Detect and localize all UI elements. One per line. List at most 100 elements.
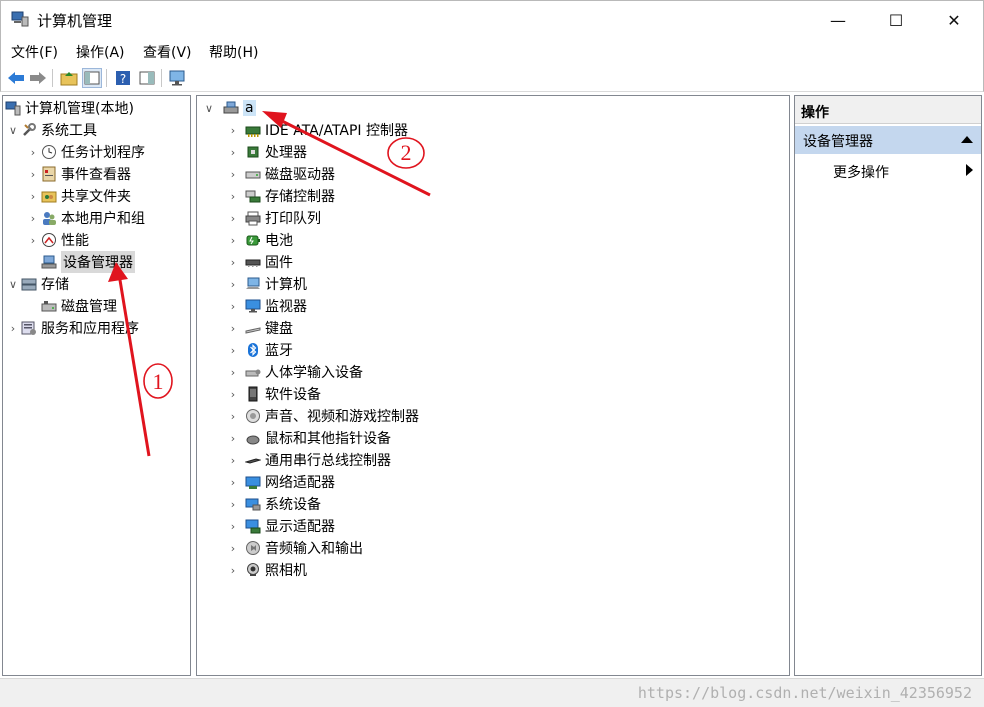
actions-pane: 操作 设备管理器 更多操作 (794, 95, 982, 676)
tree-item-shared-folders[interactable]: › 共享文件夹 (25, 185, 131, 207)
ide-controller-icon (245, 126, 261, 137)
more-actions-link[interactable]: 更多操作 (833, 162, 889, 182)
chevron-right-icon[interactable]: › (225, 427, 241, 449)
chevron-down-icon[interactable]: ∨ (5, 119, 21, 141)
device-category-row[interactable]: › IDE ATA/ATAPI 控制器 (225, 119, 408, 141)
tree-label-shared-folders: 共享文件夹 (61, 189, 131, 205)
chevron-right-icon[interactable]: › (225, 207, 241, 229)
tree-item-root[interactable]: 计算机管理(本地) (5, 97, 134, 119)
device-category-row[interactable]: › 音频输入和输出 (225, 537, 363, 559)
up-level-button[interactable] (59, 68, 79, 88)
maximize-button[interactable]: ☐ (867, 1, 925, 39)
users-icon (43, 212, 56, 225)
chevron-right-icon[interactable]: › (225, 383, 241, 405)
device-category-row[interactable]: › 通用串行总线控制器 (225, 449, 391, 471)
minimize-button[interactable]: — (809, 1, 867, 39)
chevron-right-icon[interactable]: › (225, 273, 241, 295)
device-category-label: 网络适配器 (265, 475, 335, 491)
device-category-row[interactable]: › 计算机 (225, 273, 307, 295)
chevron-right-icon[interactable]: › (25, 185, 41, 207)
chevron-right-icon[interactable]: › (225, 339, 241, 361)
device-category-row[interactable]: › 打印队列 (225, 207, 321, 229)
chevron-down-icon[interactable]: ∨ (5, 273, 21, 295)
software-device-icon (248, 386, 258, 402)
actions-section-device-manager[interactable]: 设备管理器 (795, 126, 981, 154)
services-icon (21, 321, 36, 335)
computer-icon (246, 277, 260, 289)
show-hide-tree-button[interactable] (82, 68, 102, 88)
device-category-row[interactable]: › 人体学输入设备 (225, 361, 363, 383)
chevron-right-icon[interactable]: › (225, 119, 241, 141)
menu-action[interactable]: 操作(A) (76, 42, 125, 62)
chevron-right-icon[interactable]: › (225, 185, 241, 207)
chevron-right-icon[interactable]: › (225, 361, 241, 383)
chevron-right-icon[interactable]: › (25, 141, 41, 163)
menu-file[interactable]: 文件(F) (11, 42, 58, 62)
device-category-label: 人体学输入设备 (265, 365, 363, 381)
chevron-right-icon[interactable]: › (225, 163, 241, 185)
device-tree-root[interactable]: ∨ a (201, 97, 256, 119)
usb-icon (245, 458, 261, 464)
tree-item-disk-management[interactable]: 磁盘管理 (41, 295, 117, 317)
chevron-right-icon[interactable]: › (225, 141, 241, 163)
device-category-row[interactable]: › 电池 (225, 229, 293, 251)
menu-view[interactable]: 查看(V) (143, 42, 192, 62)
tree-label-event-viewer: 事件查看器 (61, 167, 131, 183)
tree-item-storage[interactable]: ∨ 存储 (5, 273, 69, 295)
device-category-row[interactable]: › 键盘 (225, 317, 293, 339)
device-category-row[interactable]: › 软件设备 (225, 383, 321, 405)
menu-help[interactable]: 帮助(H) (209, 42, 258, 62)
event-viewer-icon (42, 166, 56, 182)
tree-item-device-manager[interactable]: 设备管理器 (41, 251, 135, 273)
chevron-right-icon[interactable]: › (25, 163, 41, 185)
device-category-row[interactable]: › 存储控制器 (225, 185, 335, 207)
device-category-row[interactable]: › 照相机 (225, 559, 307, 581)
device-category-row[interactable]: › 声音、视频和游戏控制器 (225, 405, 419, 427)
tree-item-event-viewer[interactable]: › 事件查看器 (25, 163, 131, 185)
chevron-down-icon[interactable]: ∨ (201, 97, 217, 119)
chevron-right-icon[interactable]: › (225, 537, 241, 559)
chevron-right-icon[interactable]: › (225, 493, 241, 515)
device-category-row[interactable]: › 网络适配器 (225, 471, 335, 493)
device-category-row[interactable]: › 监视器 (225, 295, 307, 317)
collapse-up-icon[interactable] (961, 136, 973, 143)
monitor-button[interactable] (167, 68, 187, 88)
device-category-row[interactable]: › 显示适配器 (225, 515, 335, 537)
device-category-label: 打印队列 (265, 211, 321, 227)
chevron-right-icon[interactable]: › (225, 449, 241, 471)
device-category-row[interactable]: › 鼠标和其他指针设备 (225, 427, 391, 449)
disk-management-icon (41, 301, 57, 312)
chevron-right-icon[interactable]: › (225, 317, 241, 339)
svg-text:?: ? (120, 72, 126, 86)
tree-item-local-users[interactable]: › 本地用户和组 (25, 207, 145, 229)
forward-button[interactable] (28, 68, 48, 88)
properties-button[interactable] (137, 68, 157, 88)
device-category-row[interactable]: › 固件 (225, 251, 293, 273)
tree-item-performance[interactable]: › 性能 (25, 229, 89, 251)
chevron-right-icon[interactable]: › (25, 229, 41, 251)
tree-item-services-apps[interactable]: › 服务和应用程序 (5, 317, 139, 339)
chevron-right-icon[interactable]: › (225, 471, 241, 493)
chevron-right-icon[interactable]: › (225, 405, 241, 427)
device-category-label: 音频输入和输出 (265, 541, 363, 557)
device-category-row[interactable]: › 处理器 (225, 141, 307, 163)
device-category-label: 蓝牙 (265, 343, 293, 359)
device-category-row[interactable]: › 蓝牙 (225, 339, 293, 361)
device-category-row[interactable]: › 系统设备 (225, 493, 321, 515)
device-category-label: 软件设备 (265, 387, 321, 403)
chevron-right-icon[interactable]: › (225, 229, 241, 251)
tree-item-system-tools[interactable]: ∨ 系统工具 (5, 119, 97, 141)
chevron-right-icon[interactable]: › (225, 295, 241, 317)
help-button[interactable]: ? (113, 68, 133, 88)
device-category-row[interactable]: › 磁盘驱动器 (225, 163, 335, 185)
chevron-right-icon[interactable]: › (225, 251, 241, 273)
tree-item-task-scheduler[interactable]: › 任务计划程序 (25, 141, 145, 163)
chevron-right-icon[interactable]: › (225, 515, 241, 537)
display-adapter-icon (245, 519, 261, 534)
battery-icon (246, 235, 260, 246)
chevron-right-icon[interactable]: › (25, 207, 41, 229)
close-button[interactable]: ✕ (925, 1, 983, 39)
chevron-right-icon[interactable]: › (225, 559, 241, 581)
back-button[interactable] (6, 68, 26, 88)
chevron-right-icon[interactable]: › (5, 317, 21, 339)
